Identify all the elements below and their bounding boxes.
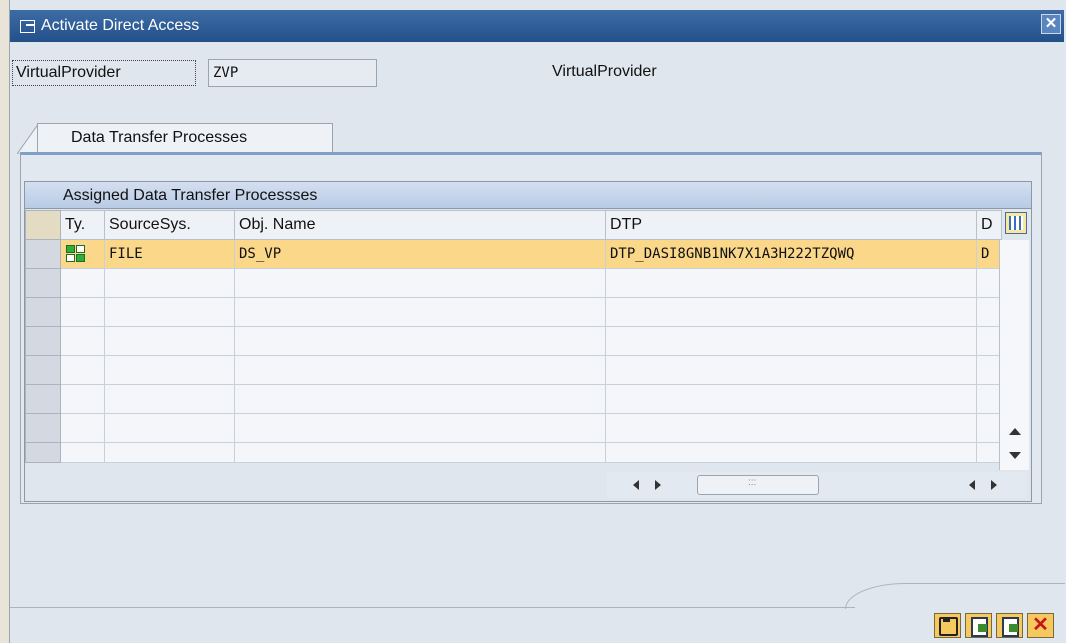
green-grid-icon — [65, 244, 87, 264]
table-row[interactable] — [25, 355, 1002, 385]
select-all-cell[interactable] — [25, 210, 61, 240]
column-header-d[interactable]: D — [976, 210, 1002, 240]
dtp-grid: Assigned Data Transfer Processses Ty. So… — [24, 181, 1032, 502]
dialog-title: Activate Direct Access — [41, 17, 200, 34]
footer-curve — [845, 583, 1065, 609]
row-selector[interactable] — [25, 384, 61, 414]
row-selector[interactable] — [25, 239, 61, 269]
document-check-button[interactable] — [965, 613, 992, 638]
row-selector[interactable] — [25, 268, 61, 298]
row-selector[interactable] — [25, 326, 61, 356]
dtp-table: Ty. SourceSys. Obj. Name DTP D FILE DS_V… — [25, 210, 1002, 463]
scroll-left-icon[interactable] — [633, 480, 639, 490]
dialog-window: Activate Direct Access ✕ VirtualProvider… — [0, 0, 1066, 643]
virtualprovider-input[interactable]: ZVP — [208, 59, 377, 87]
source-sys-cell: FILE — [104, 239, 235, 269]
document-button[interactable] — [996, 613, 1023, 638]
virtualprovider-label: VirtualProvider — [12, 60, 196, 86]
type-cell — [60, 239, 105, 269]
column-header-sourcesys[interactable]: SourceSys. — [104, 210, 235, 240]
virtualprovider-description: VirtualProvider — [552, 63, 657, 80]
vertical-scrollbar[interactable] — [999, 240, 1029, 470]
d-cell: D — [976, 239, 1002, 269]
table-row[interactable] — [25, 384, 1002, 414]
tab-data-transfer-processes[interactable]: Data Transfer Processes — [37, 123, 333, 154]
scroll-left-icon[interactable] — [969, 480, 975, 490]
row-selector[interactable] — [25, 413, 61, 443]
window-icon — [20, 19, 35, 33]
row-selector[interactable] — [25, 355, 61, 385]
table-row[interactable] — [25, 268, 1002, 298]
column-settings-icon[interactable] — [1005, 212, 1027, 234]
dtp-cell: DTP_DASI8GNB1NK7X1A3H222TZQWQ — [605, 239, 977, 269]
obj-name-cell: DS_VP — [234, 239, 606, 269]
table-row[interactable] — [25, 297, 1002, 327]
grid-title: Assigned Data Transfer Processses — [25, 182, 1031, 209]
scroll-up-icon[interactable] — [1009, 428, 1021, 435]
footer-toolbar: ✕ — [934, 613, 1054, 638]
scroll-down-icon[interactable] — [1009, 452, 1021, 459]
footer-divider — [10, 607, 855, 608]
row-selector[interactable] — [25, 442, 61, 463]
row-selector[interactable] — [25, 297, 61, 327]
cancel-button[interactable]: ✕ — [1027, 613, 1054, 638]
column-header-type[interactable]: Ty. — [60, 210, 105, 240]
close-button[interactable]: ✕ — [1041, 14, 1061, 34]
scroll-thumb[interactable] — [697, 475, 819, 495]
scroll-right-icon[interactable] — [655, 480, 661, 490]
tab-edge — [17, 123, 39, 154]
table-row[interactable] — [25, 326, 1002, 356]
title-bar: Activate Direct Access ✕ — [10, 10, 1064, 42]
table-row[interactable]: FILE DS_VP DTP_DASI8GNB1NK7X1A3H222TZQWQ… — [25, 239, 1002, 269]
column-header-dtp[interactable]: DTP — [605, 210, 977, 240]
column-header-obj-name[interactable]: Obj. Name — [234, 210, 606, 240]
save-button[interactable] — [934, 613, 961, 638]
scroll-right-icon[interactable] — [991, 480, 997, 490]
table-row[interactable] — [25, 442, 1002, 463]
table-row[interactable] — [25, 413, 1002, 443]
table-header: Ty. SourceSys. Obj. Name DTP D — [25, 210, 1002, 240]
tab-label: Data Transfer Processes — [71, 129, 248, 146]
horizontal-scrollbar[interactable] — [607, 472, 1027, 498]
background-strip — [0, 0, 10, 643]
